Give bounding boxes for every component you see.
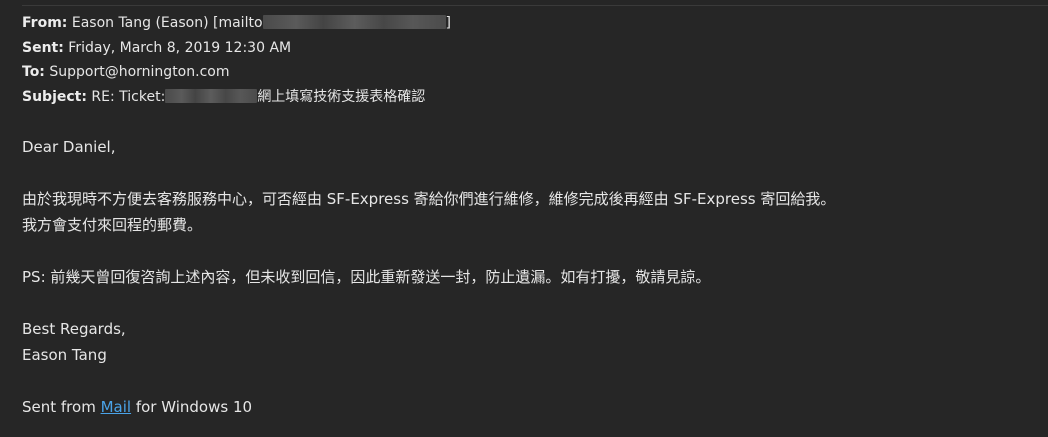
email-body: Dear Daniel, 由於我現時不方便去客務服務中心，可否經由 SF-Exp… [22,134,835,420]
mail-app-link[interactable]: Mail [101,398,131,416]
sent-from-suffix: for Windows 10 [131,398,253,416]
redacted-ticket-number [165,88,258,103]
from-suffix: ] [445,15,451,31]
subject-prefix: RE: Ticket: [91,88,166,105]
to-label: To: [22,64,45,80]
sent-row: Sent: Friday, March 8, 2019 12:30 AM [22,36,451,61]
paragraph-1-line-2: 我方會支付來回程的郵費。 [22,216,203,234]
from-row: From: Eason Tang (Eason) [mailto] [22,11,451,36]
subject-row: Subject: RE: Ticket: 網上填寫技術支援表格確認 [22,85,451,110]
header-divider [22,5,1048,6]
sent-label: Sent: [22,39,64,56]
to-row: To: Support@hornington.com [22,60,451,85]
sent-from-line: Sent from Mail for Windows 10 [22,394,835,420]
sent-from-prefix: Sent from [22,398,101,416]
signature: Eason Tang [22,346,107,364]
ps-line: PS: 前幾天曾回復咨詢上述內容，但未收到回信，因此重新發送一封，防止遺漏。如有… [22,268,711,286]
closing: Best Regards, [22,320,126,338]
email-header: From: Eason Tang (Eason) [mailto] Sent: … [22,11,451,109]
from-value: Eason Tang (Eason) [mailto [71,15,263,31]
redacted-email [262,15,446,29]
subject-suffix: 網上填寫技術支援表格確認 [257,88,426,105]
paragraph-1-line-1: 由於我現時不方便去客務服務中心，可否經由 SF-Express 寄給你們進行維修… [22,190,836,208]
sent-value: Friday, March 8, 2019 12:30 AM [68,39,292,56]
subject-label: Subject: [22,88,87,105]
to-value: Support@hornington.com [49,64,230,80]
email-message: From: Eason Tang (Eason) [mailto] Sent: … [0,0,1048,437]
from-label: From: [22,15,68,31]
greeting: Dear Daniel, [22,138,116,156]
